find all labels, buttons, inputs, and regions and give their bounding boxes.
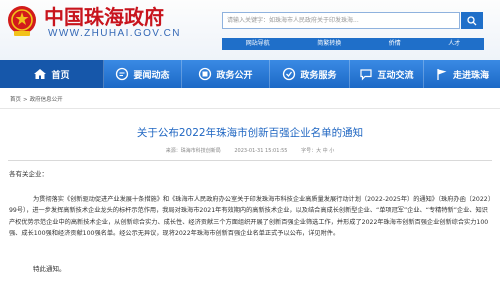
site-url: WWW.ZHUHAI.GOV.CN <box>48 28 181 39</box>
nav-label-open-gov: 政务公开 <box>216 70 253 81</box>
nav-item-service[interactable]: 政务服务 <box>270 60 350 88</box>
quick-link-overseas[interactable]: 侨情 <box>389 38 401 50</box>
quick-link-site-nav[interactable]: 网站导航 <box>246 38 270 50</box>
article-closing: 特此通知。 <box>33 265 66 273</box>
site-logo-title[interactable]: 中国珠海政府 <box>44 4 164 30</box>
breadcrumb-open-gov[interactable]: 政府信息公开 <box>30 97 63 103</box>
nav-item-open-gov[interactable]: 政务公开 <box>182 60 270 88</box>
nav-label-about-zhuhai: 走进珠海 <box>452 70 489 81</box>
breadcrumb-divider <box>0 108 500 109</box>
nav-label-home: 首页 <box>51 70 70 81</box>
nav-item-home[interactable]: 首页 <box>0 60 104 88</box>
breadcrumb-separator: > <box>23 97 28 103</box>
nav-item-interaction[interactable]: 互动交流 <box>350 60 424 88</box>
news-icon <box>116 67 129 81</box>
nav-label-interaction: 互动交流 <box>377 70 414 81</box>
main-nav: 首页 要闻动态 政务公开 政务服务 互动交流 走进珠海 <box>0 60 500 88</box>
flag-icon <box>437 69 447 80</box>
article-source: 来源：珠海市科技创新局 <box>165 148 221 154</box>
nav-label-service: 政务服务 <box>300 70 337 81</box>
article-date: 2023-01-31 15:01:55 <box>234 148 288 154</box>
chat-icon <box>360 69 373 81</box>
national-emblem-icon <box>8 6 36 36</box>
search-button[interactable] <box>461 12 483 29</box>
quick-link-language[interactable]: 简繁转换 <box>317 38 341 50</box>
nav-item-about-zhuhai[interactable]: 走进珠海 <box>424 60 500 88</box>
site-header: 中国珠海政府 WWW.ZHUHAI.GOV.CN 请输入关键字：如珠海市人民政府… <box>0 0 500 60</box>
meta-divider <box>8 160 492 161</box>
nav-label-news: 要闻动态 <box>133 70 170 81</box>
article-meta: 来源：珠海市科技创新局 2023-01-31 15:01:55 字号：大 中 小 <box>0 148 500 155</box>
breadcrumb-home[interactable]: 首页 <box>10 97 21 103</box>
font-size-controls[interactable]: 字号：大 中 小 <box>301 148 334 154</box>
open-gov-icon <box>199 67 212 81</box>
home-icon <box>34 69 47 79</box>
quick-links-bar: 网站导航 简繁转换 侨情 人才 <box>222 38 484 50</box>
article-paragraph: 为贯彻落实《创新驱动促进产业发展十条措施》和《珠海市人民政府办公室关于印发珠海市… <box>9 196 491 238</box>
search-input[interactable]: 请输入关键字：如珠海市人民政府关于印发珠海... <box>222 12 460 29</box>
service-icon <box>283 67 296 81</box>
search-icon <box>467 15 477 25</box>
article-salutation: 各有关企业： <box>9 170 48 178</box>
article-title: 关于公布2022年珠海市创新百强企业名单的通知 <box>136 127 364 139</box>
breadcrumb: 首页 > 政府信息公开 <box>10 96 63 104</box>
quick-link-talent[interactable]: 人才 <box>448 38 460 50</box>
nav-item-news[interactable]: 要闻动态 <box>104 60 182 88</box>
